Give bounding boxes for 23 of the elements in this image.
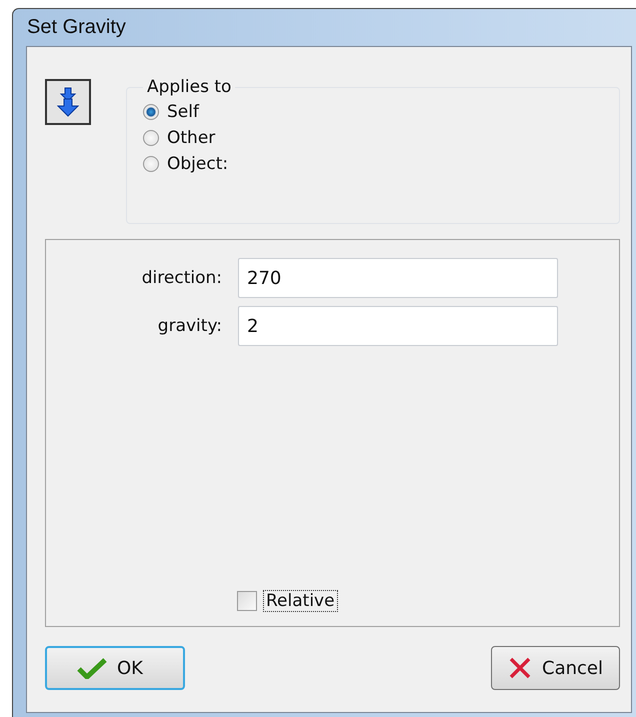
option-label: Object: [167,154,228,174]
field-label: gravity: [156,316,222,336]
radio-button[interactable] [143,130,159,146]
radio-button[interactable] [143,156,159,172]
radio-option[interactable]: Object: [143,151,603,177]
option-label: Self [167,102,199,122]
cancel-button[interactable]: Cancel [491,646,620,690]
close-icon [508,656,532,680]
option-label: Other [167,128,216,148]
group-label: Applies to [146,77,232,97]
checkmark-icon [77,657,107,679]
window-title: Set Gravity [27,16,126,39]
checkbox-label[interactable]: Relative [263,590,338,612]
action-icon-button[interactable] [45,79,91,125]
arrow-down-icon [57,87,79,117]
radio-button[interactable] [143,104,159,120]
checkbox[interactable] [237,591,257,611]
input-field[interactable]: 270 [238,258,558,298]
ok-button[interactable]: OK [45,646,185,690]
input-field[interactable]: 2 [238,306,558,346]
radio-option[interactable]: Self [143,99,603,125]
radio-option[interactable]: Other [143,125,603,151]
field-label: direction: [140,268,222,288]
